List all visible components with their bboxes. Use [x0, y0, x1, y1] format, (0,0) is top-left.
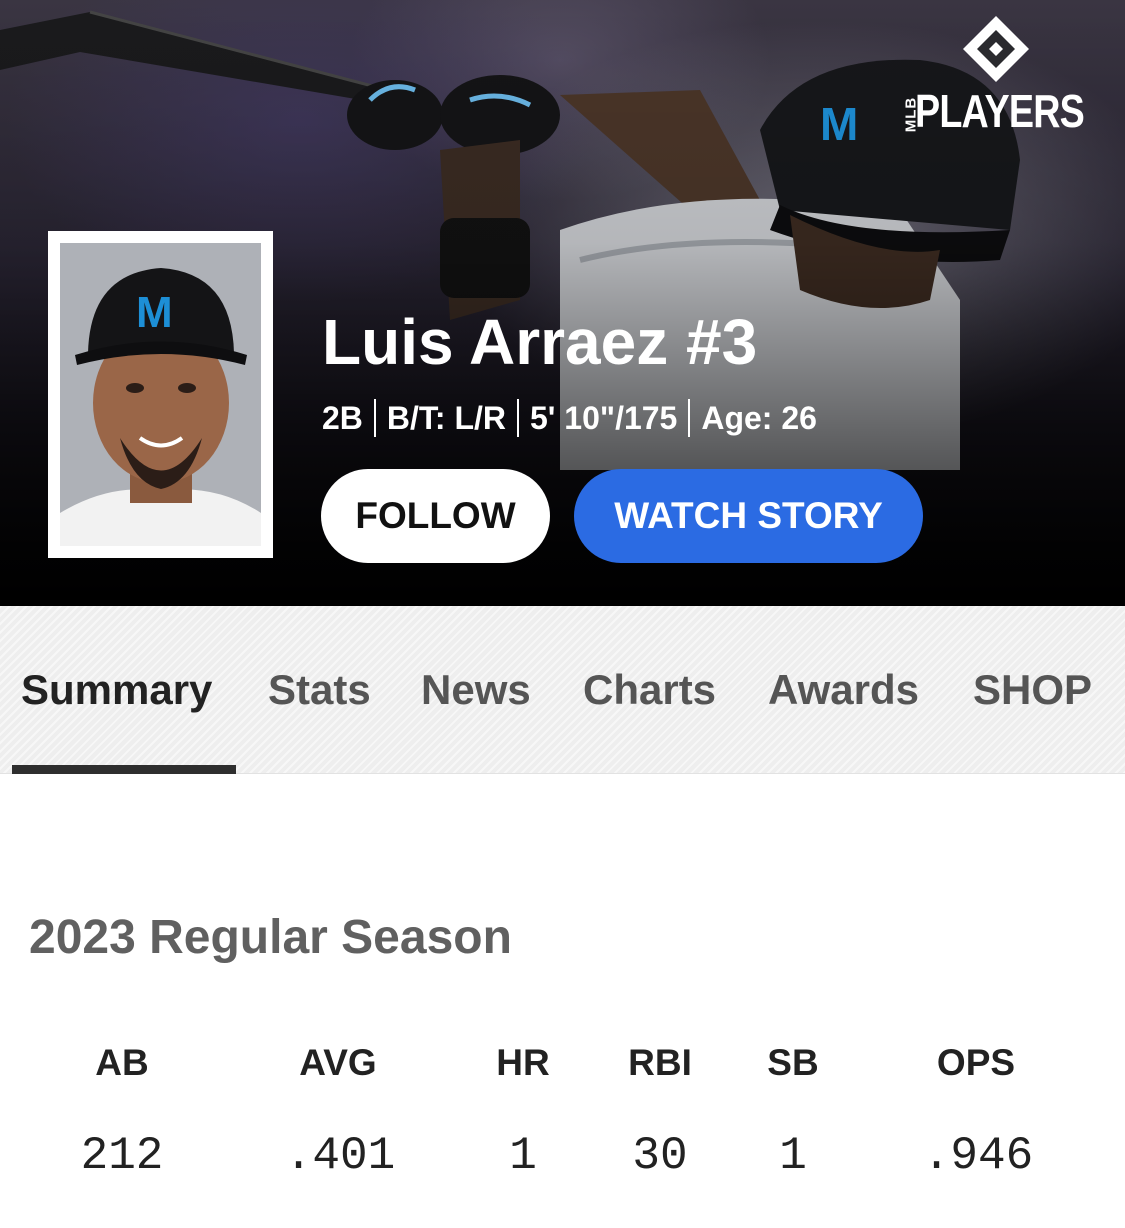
stat-label-ab: AB — [95, 1042, 149, 1083]
stat-value-hr: 1 — [509, 1130, 537, 1182]
player-name: Luis Arraez #3 — [322, 306, 758, 378]
season-title: 2023 Regular Season — [29, 911, 512, 964]
player-headshot: M — [60, 243, 261, 546]
tab-shop[interactable]: SHOP — [973, 666, 1092, 714]
profile-tab-bar: Summary Stats News Charts Awards SHOP — [0, 606, 1125, 774]
stat-value-ops: .946 — [922, 1130, 1034, 1182]
stat-value-sb: 1 — [779, 1130, 807, 1182]
tab-news[interactable]: News — [421, 666, 531, 714]
player-headshot-frame: M — [48, 231, 273, 558]
bio-age: Age: 26 — [701, 399, 817, 436]
brand-players-label: PLAYERS — [915, 85, 1085, 137]
stat-value-rbi: 30 — [632, 1130, 688, 1182]
tab-summary[interactable]: Summary — [21, 666, 212, 714]
watch-story-button[interactable]: WATCH STORY — [574, 469, 923, 563]
follow-button[interactable]: FOLLOW — [321, 469, 550, 563]
stat-value-ab: 212 — [80, 1130, 164, 1182]
stat-label-sb: SB — [767, 1042, 819, 1083]
bio-divider — [688, 399, 691, 437]
bio-divider — [517, 399, 519, 437]
player-hero-banner: M MLB PLAYERS M — [0, 0, 1125, 606]
active-tab-indicator — [12, 765, 236, 774]
svg-text:M: M — [136, 288, 173, 337]
player-bio-line: 2B B/T: L/R 5' 10"/175 Age: 26 — [322, 398, 817, 438]
tab-stats[interactable]: Stats — [268, 666, 371, 714]
tab-awards[interactable]: Awards — [768, 666, 919, 714]
tab-charts[interactable]: Charts — [583, 666, 716, 714]
stat-label-hr: HR — [496, 1042, 550, 1083]
stat-label-ops: OPS — [936, 1042, 1016, 1083]
stat-label-rbi: RBI — [628, 1042, 692, 1083]
bio-divider — [373, 399, 376, 437]
mlbpa-diamond-icon — [963, 16, 1029, 82]
stat-value-avg: .401 — [284, 1130, 396, 1182]
bio-height-weight: 5' 10"/175 — [530, 399, 678, 436]
bio-bats-throws: B/T: L/R — [386, 399, 506, 436]
bio-position: 2B — [322, 399, 363, 436]
stat-label-avg: AVG — [299, 1042, 377, 1083]
mlb-players-logo: MLB PLAYERS — [893, 14, 1103, 137]
